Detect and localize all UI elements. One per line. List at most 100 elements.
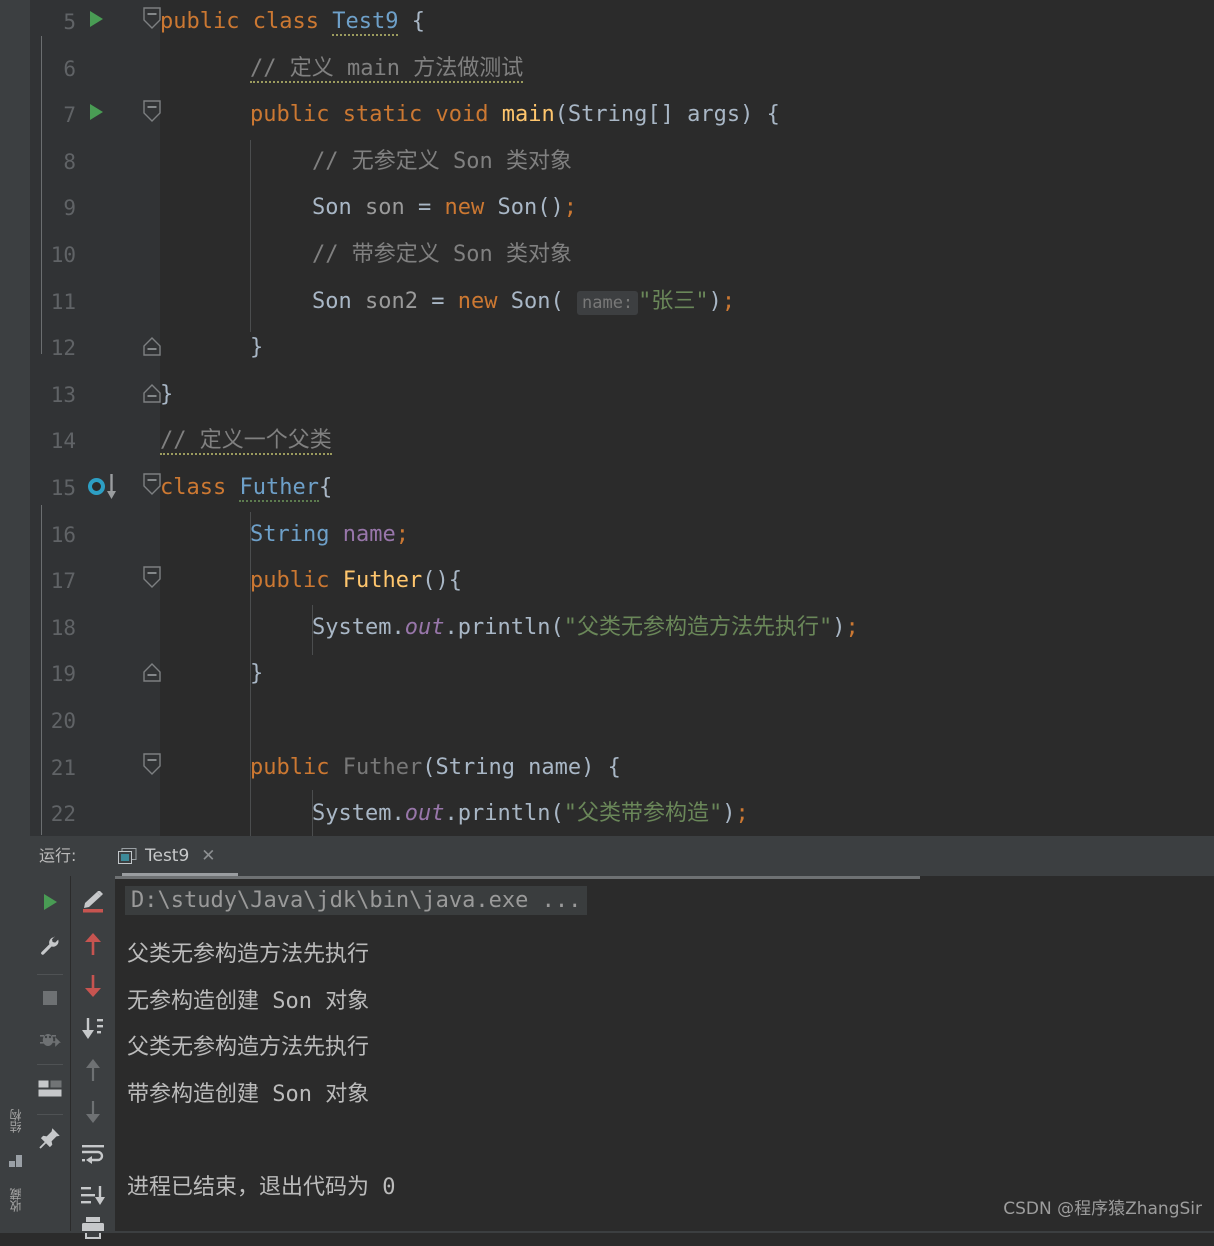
code-line[interactable]: System.out.println("父类带参构造"); (160, 791, 1214, 836)
next-error-button[interactable] (71, 968, 115, 1004)
sidebar-item-favorites[interactable]: 收藏 (0, 1176, 30, 1224)
code-line[interactable]: public static void main(String[] args) { (160, 92, 1214, 139)
gutter-row[interactable]: 17 (30, 558, 161, 605)
code-token: () (537, 195, 564, 221)
gutter-row[interactable]: 12 (30, 325, 161, 372)
run-gutter-icon[interactable] (90, 104, 103, 121)
gutter-row[interactable]: 10 (30, 232, 160, 279)
intellij-window: 结构 收藏 5 6 7 8 9 10 11 12 13 14 15 16 17 18 19 20 21 22 pu… (0, 0, 1214, 1239)
line-number: 18 (50, 615, 76, 640)
layout-button[interactable] (30, 1070, 70, 1106)
code-line[interactable] (160, 698, 1214, 745)
editor-gutter[interactable]: 5 6 7 8 9 10 11 12 13 14 15 16 17 18 19 20 21 22 (30, 0, 161, 836)
code-token: name (342, 521, 396, 547)
close-icon[interactable]: ✕ (201, 846, 215, 866)
code-line[interactable]: String name; (160, 512, 1214, 559)
up-button[interactable] (71, 1052, 115, 1088)
code-token: public (160, 9, 240, 34)
code-line[interactable]: // 定义一个父类 (160, 418, 1214, 465)
gutter-row[interactable]: 11 (30, 279, 160, 326)
sidebar-item-structure[interactable]: 结构 (0, 1098, 30, 1144)
code-line[interactable]: // 定义 main 方法做测试 (160, 46, 1214, 93)
editor-code-area[interactable]: public class Test9 { // 定义 main 方法做测试 publ… (160, 0, 1214, 836)
line-number: 5 (63, 10, 76, 34)
code-line[interactable]: Son son2 = new Son( name: "张三"); (160, 279, 1214, 326)
code-token: class (160, 475, 227, 500)
prev-error-button[interactable] (71, 926, 115, 962)
implement-down-arrow-icon (107, 474, 116, 500)
code-token: "父类无参构造方法先执行" (563, 614, 833, 640)
run-tab-bar: 运行: Test9 ✕ (30, 836, 1214, 876)
code-token: ( (550, 288, 577, 314)
gutter-row[interactable]: 18 (30, 605, 160, 652)
code-token: main (501, 102, 555, 128)
soft-wrap-button[interactable] (71, 884, 115, 920)
tab-test9[interactable]: Test9 ✕ (110, 836, 224, 876)
code-token: out (404, 614, 445, 640)
code-token: Futher (239, 475, 319, 502)
code-line[interactable]: class Futher{ (160, 465, 1214, 512)
code-line[interactable]: public Futher(){ (160, 558, 1214, 605)
code-line[interactable]: } (160, 651, 1214, 698)
code-token: (){ (422, 568, 462, 594)
code-token: ; (721, 288, 736, 314)
run-gutter-icon[interactable] (90, 11, 103, 27)
code-token: public (250, 102, 330, 128)
toolbar-divider (37, 974, 63, 975)
scroll-to-end-button[interactable] (71, 1010, 115, 1046)
print-button[interactable] (71, 1210, 115, 1246)
overridden-marker-icon[interactable] (88, 478, 105, 495)
code-line[interactable]: } (160, 372, 1214, 419)
rerun-button[interactable] (30, 884, 70, 920)
console-scrollbar-thumb[interactable] (115, 876, 920, 879)
gutter-row[interactable]: 8 (30, 139, 160, 186)
down-button[interactable] (71, 1094, 115, 1130)
code-token: // 定义 main 方法做测试 (250, 55, 524, 83)
gutter-row[interactable]: 7 (30, 92, 161, 139)
code-line[interactable]: } (160, 325, 1214, 372)
code-token: // 无参定义 Son 类对象 (312, 148, 572, 174)
code-line[interactable]: System.out.println("父类无参构造方法先执行"); (160, 605, 1214, 652)
pin-tab-button[interactable] (30, 1120, 70, 1156)
use-soft-wraps-button[interactable] (71, 1136, 115, 1172)
gutter-row[interactable]: 6 (30, 46, 160, 93)
settings-button[interactable] (30, 928, 70, 964)
code-line[interactable]: public Futher(String name) { (160, 745, 1214, 792)
code-token: .println( (444, 801, 564, 827)
code-token: Son (497, 195, 538, 221)
printer-icon (82, 1217, 104, 1239)
code-line[interactable]: // 无参定义 Son 类对象 (160, 139, 1214, 186)
code-token: { (398, 9, 425, 34)
bug-attach-icon (40, 1034, 61, 1047)
code-line[interactable]: Son son = new Son(); (160, 185, 1214, 232)
pencil-underline-icon (83, 891, 103, 913)
gutter-row[interactable]: 9 (30, 185, 160, 232)
code-token: static (342, 102, 423, 128)
gutter-row[interactable]: 15 (30, 465, 161, 512)
console-scrollbar[interactable] (115, 876, 1214, 879)
gutter-row[interactable]: 21 (30, 745, 161, 792)
gutter-row[interactable]: 5 (30, 0, 161, 46)
gutter-row[interactable]: 20 (30, 698, 160, 745)
scroll-end-icon (82, 1018, 103, 1039)
attach-debugger-button[interactable] (30, 1021, 70, 1057)
gutter-row[interactable]: 14 (30, 418, 160, 465)
gutter-row[interactable]: 16 (30, 512, 160, 559)
code-line[interactable]: public class Test9 { (160, 0, 1214, 46)
console-output[interactable]: D:\study\Java\jdk\bin\java.exe ... 父类无参构… (115, 876, 1214, 1233)
stop-button[interactable] (30, 980, 70, 1016)
gutter-row[interactable]: 19 (30, 651, 161, 698)
code-line[interactable]: // 带参定义 Son 类对象 (160, 232, 1214, 279)
scroll-to-stacktrace-end-button[interactable] (71, 1178, 115, 1214)
code-token: } (160, 381, 174, 407)
gray-down-arrow-icon (86, 1101, 100, 1123)
code-editor[interactable]: 5 6 7 8 9 10 11 12 13 14 15 16 17 18 19 20 21 22 public c… (30, 0, 1214, 836)
code-token: new (444, 195, 485, 221)
code-token: void (435, 102, 489, 128)
gutter-row[interactable]: 22 (30, 791, 160, 836)
gutter-row[interactable]: 13 (30, 372, 161, 419)
